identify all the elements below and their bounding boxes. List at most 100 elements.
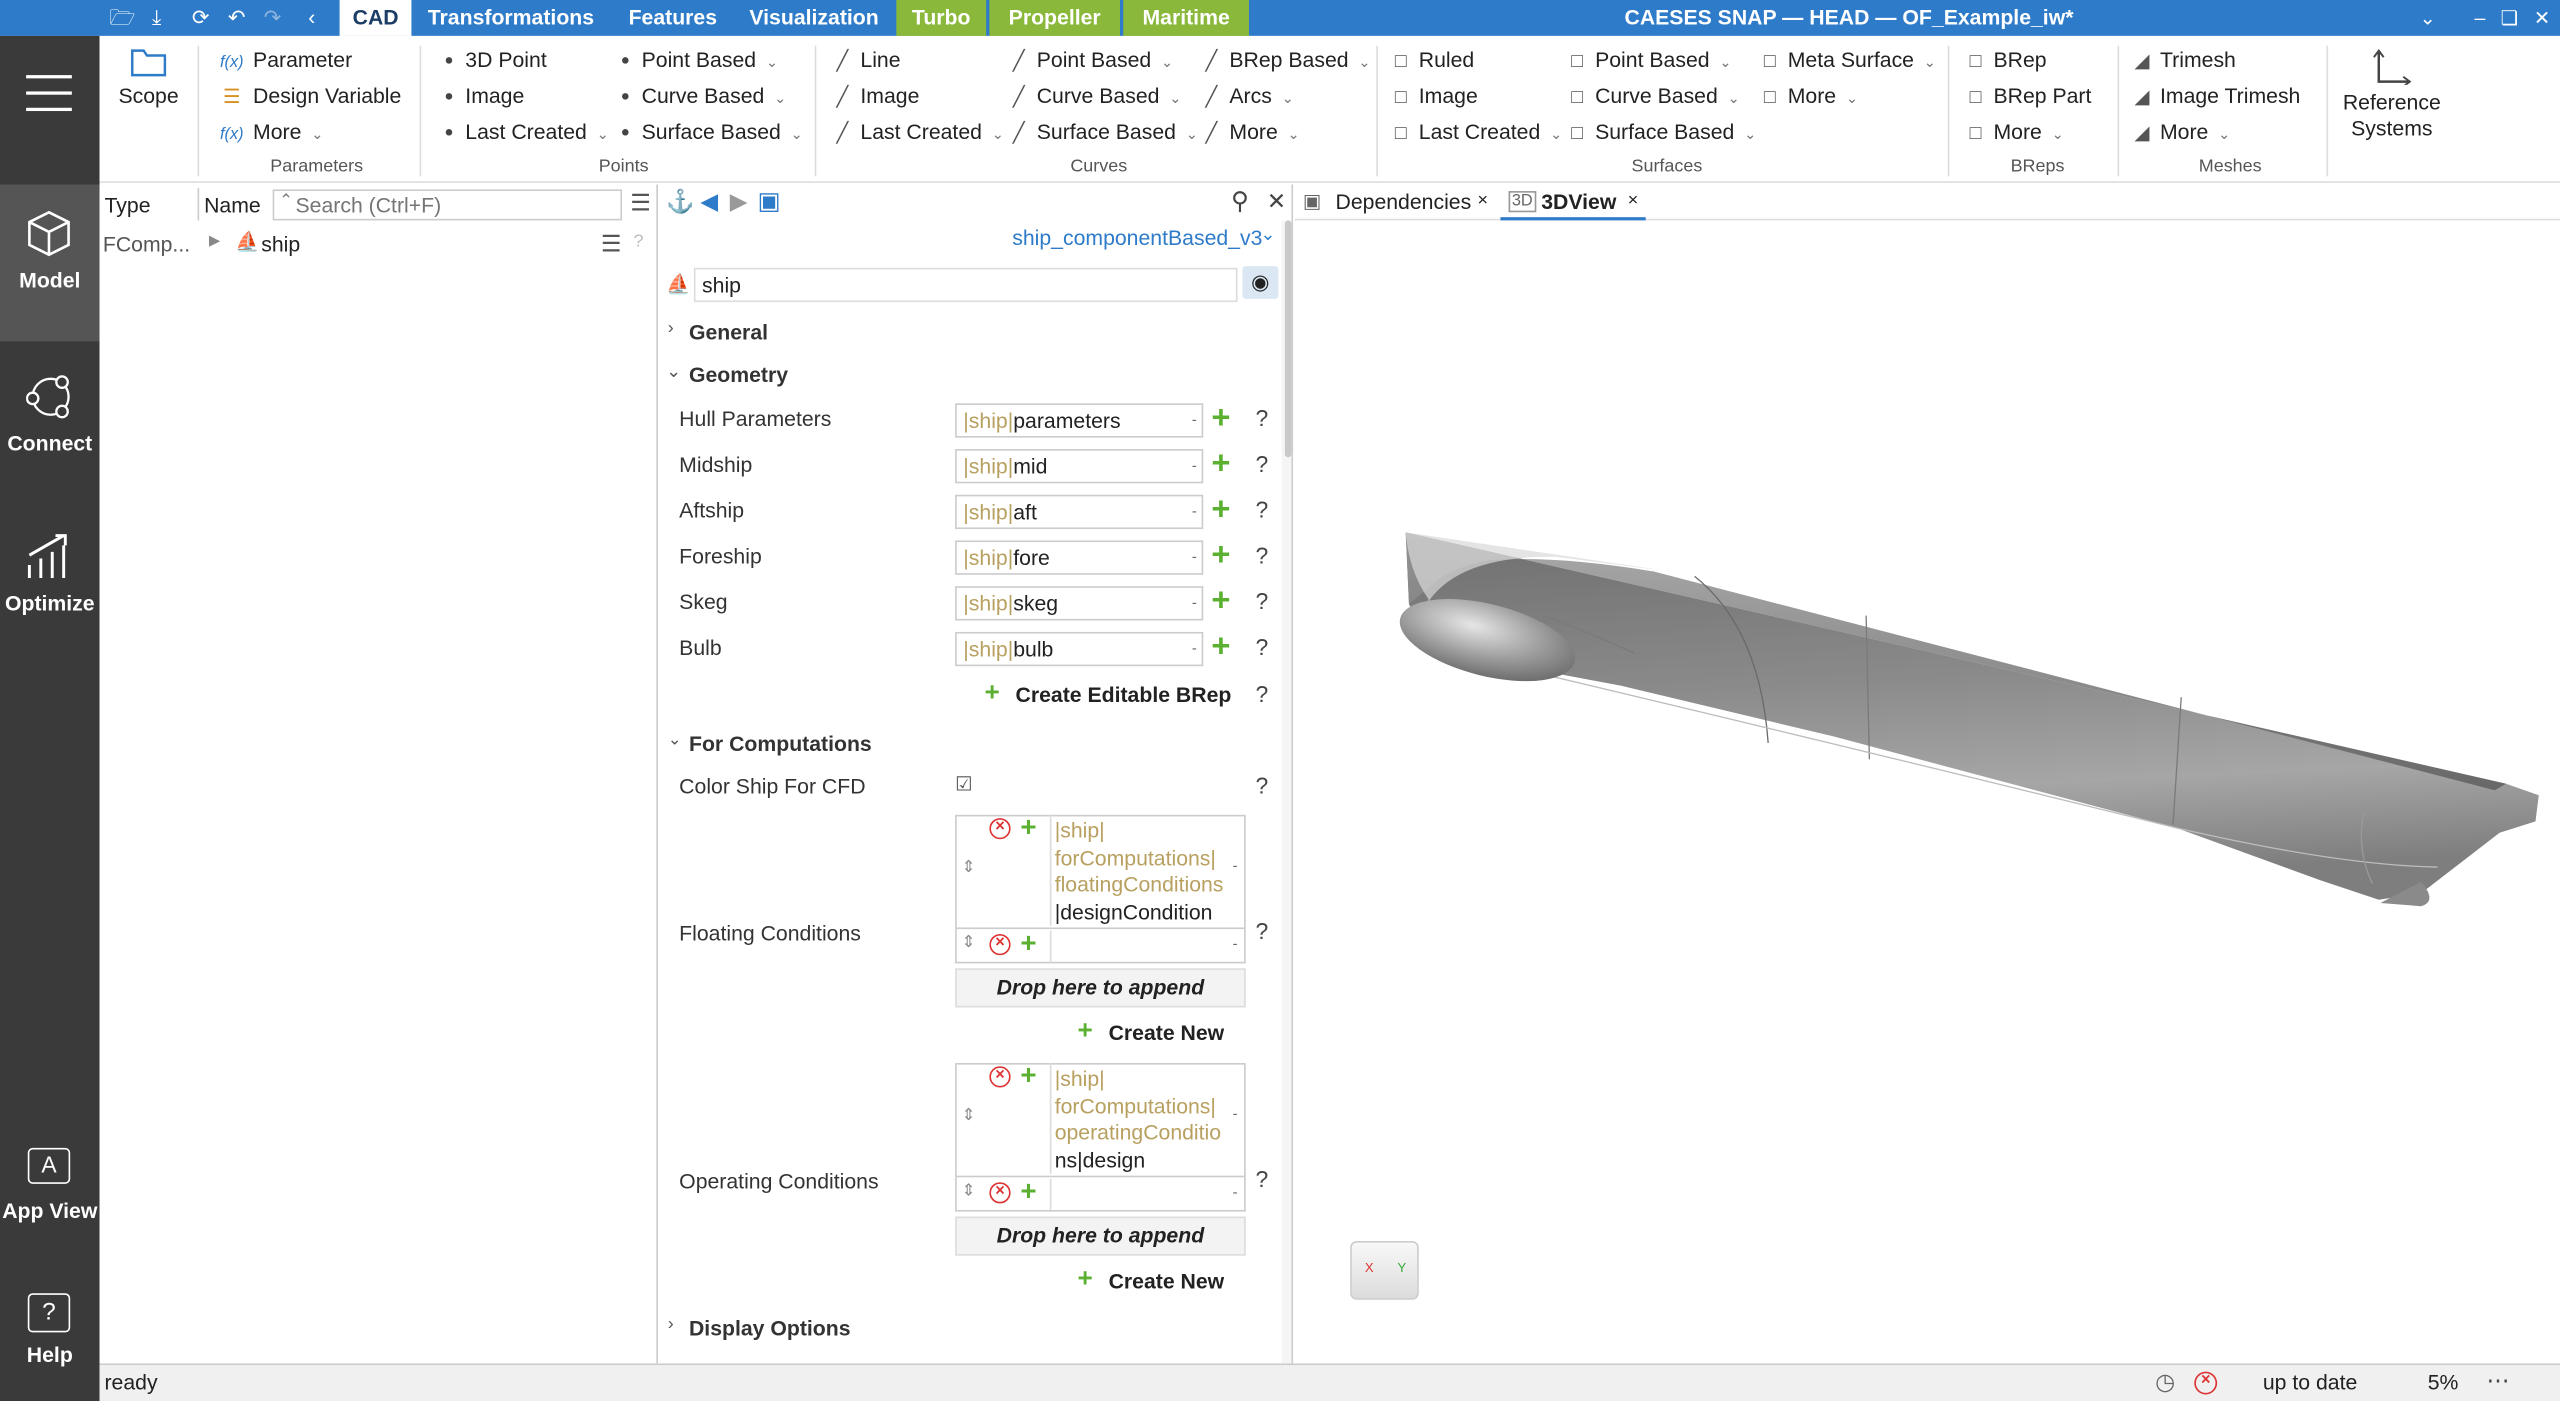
add-icon[interactable]: + [1020,812,1036,845]
trimesh-button[interactable]: ◢ Trimesh [2131,46,2235,75]
section-display-options[interactable]: Display Options [689,1316,851,1340]
help-question-icon[interactable]: ? [1256,918,1269,944]
section-general[interactable]: General [689,320,768,344]
surface-meta-surface-button[interactable]: □ Meta Surface ⌄ [1758,46,1936,75]
help-question-icon[interactable]: ? [1256,772,1269,798]
expand-arrow-icon[interactable]: ▶ [209,232,220,250]
brep-button[interactable]: □ BRep [1964,46,2047,75]
surface-point-based-button[interactable]: □ Point Based ⌄ [1566,46,1731,75]
floating-condition-entry[interactable]: |ship| forComputations| floatingConditio… [1049,814,1226,926]
add-icon[interactable]: + [1211,539,1230,572]
orientation-cube[interactable]: X Y [1350,1240,1419,1300]
fit-icon[interactable]: ▣ [758,186,781,216]
geometry-row-field[interactable]: |ship|aft - [955,494,1204,530]
surface-surface-based-button[interactable]: □ Surface Based ⌄ [1566,118,1756,147]
dropdown-icon[interactable]: - [1192,588,1197,619]
arrow-back-icon[interactable]: ◀ [700,188,718,216]
reorder-icon[interactable]: ⇕ [962,1182,976,1200]
floating-create-new-button[interactable]: Create New [1109,1021,1225,1045]
add-icon[interactable]: + [1211,585,1230,618]
collapse-geometry-icon[interactable]: ⌄ [666,361,681,382]
geometry-row-field[interactable]: |ship|bulb - [955,631,1204,667]
surface-image-button[interactable]: □ Image [1389,82,1478,111]
chevron-left-icon[interactable]: ‹ [299,5,325,31]
3d-viewport[interactable]: X Y [1294,220,2560,1364]
help-question-icon[interactable]: ? [1256,588,1269,614]
nav-model[interactable]: Model [0,184,100,342]
dropdown-icon[interactable]: - [1192,542,1197,573]
close-panel-icon[interactable]: ✕ [1267,188,1286,216]
row-settings-icon[interactable]: ☰ [601,230,622,258]
collapse-for-computations-icon[interactable]: ⌄ [668,732,682,750]
help-question-icon[interactable]: ? [1256,496,1269,522]
close-tab-icon[interactable]: × [1628,191,1639,211]
parameter-button[interactable]: f(x) Parameter [217,46,352,75]
type-selector[interactable]: ship_componentBased_v3 [1012,225,1262,249]
add-icon[interactable]: + [1211,493,1230,526]
help-question-icon[interactable]: ? [1256,634,1269,660]
geometry-row-field[interactable]: |ship|skeg - [955,586,1204,621]
curve-brep-based-button[interactable]: ╱ BRep Based ⌄ [1200,46,1371,75]
download-icon[interactable]: ⤓ [144,5,170,31]
dropdown-icon[interactable]: - [1233,1105,1238,1121]
point-curve-based-button[interactable]: Curve Based ⌄ [622,82,786,111]
help-question-icon[interactable]: ? [633,232,643,252]
floating-drop-zone[interactable]: Drop here to append [955,968,1246,1008]
brep-more-button[interactable]: □ More ⌄ [1964,118,2064,147]
nav-app-view[interactable]: A App View [0,1125,100,1282]
tab-dependencies[interactable]: Dependencies [1336,189,1472,213]
help-question-icon[interactable]: ? [1256,451,1269,477]
operating-condition-empty-field[interactable] [1049,1178,1226,1210]
tab-visualization[interactable]: Visualization [736,0,891,36]
design-variable-button[interactable]: ☰ Design Variable [217,82,401,111]
geometry-row-field[interactable]: |ship|mid - [955,449,1204,484]
column-header-type[interactable]: Type [104,193,150,217]
point-3d-button[interactable]: 3D Point [445,46,547,75]
point-image-button[interactable]: Image [445,82,524,111]
operating-condition-entry[interactable]: |ship| forComputations| operatingConditi… [1049,1062,1226,1175]
point-last-created-button[interactable]: Last Created ⌄ [445,118,609,147]
tab-cad[interactable]: CAD [339,0,412,36]
curve-line-button[interactable]: ╱ Line [831,46,901,75]
anchor-icon[interactable]: ⚓ [666,188,694,216]
stop-icon[interactable]: × [2194,1371,2218,1395]
dropdown-icon[interactable]: - [1192,451,1197,482]
help-question-icon[interactable]: ? [1256,681,1269,707]
tab-turbo[interactable]: Turbo [896,0,987,36]
curve-image-button[interactable]: ╱ Image [831,82,920,111]
tab-features[interactable]: Features [616,0,731,36]
eye-icon[interactable]: ◉ [1242,266,1279,299]
tab-3dview[interactable]: 3DView [1541,189,1616,213]
undo-icon[interactable]: ↶ [224,5,250,31]
remove-icon[interactable]: × [989,1182,1011,1204]
hamburger-menu-icon[interactable] [26,75,72,112]
dropdown-icon[interactable]: - [1192,634,1197,665]
tree-row-ship[interactable]: ship [261,232,300,256]
object-name-field[interactable]: ship [693,267,1238,303]
add-icon[interactable]: + [1211,447,1230,480]
operating-drop-zone[interactable]: Drop here to append [955,1216,1246,1256]
geometry-row-field[interactable]: |ship|fore - [955,540,1204,575]
curve-point-based-button[interactable]: ╱ Point Based ⌄ [1007,46,1173,75]
operating-create-new-button[interactable]: Create New [1109,1269,1225,1293]
curve-last-created-button[interactable]: ╱ Last Created ⌄ [831,118,1005,147]
remove-icon[interactable]: × [989,818,1011,840]
create-editable-brep-button[interactable]: Create Editable BRep [1016,683,1232,707]
help-question-icon[interactable]: ? [1256,405,1269,431]
floating-condition-empty-field[interactable] [1049,930,1226,962]
expand-general-icon[interactable]: › [668,318,674,338]
reorder-icon[interactable]: ⇕ [962,859,976,877]
add-icon[interactable]: + [1211,630,1230,663]
open-folder-icon[interactable]: 🗁 [109,5,135,31]
dropdown-icon[interactable]: - [1192,496,1197,527]
tab-transformations[interactable]: Transformations [415,0,607,36]
curve-more-button[interactable]: ╱ More ⌄ [1200,118,1300,147]
curve-arcs-button[interactable]: ╱ Arcs ⌄ [1200,82,1294,111]
expand-display-options-icon[interactable]: › [668,1314,674,1334]
nav-connect[interactable]: Connect [0,349,100,506]
add-icon[interactable]: + [1020,1060,1036,1093]
curve-curve-based-button[interactable]: ╱ Curve Based ⌄ [1007,82,1182,111]
reorder-icon[interactable]: ⇕ [962,934,976,952]
nav-optimize[interactable]: Optimize [0,509,100,666]
geometry-row-field[interactable]: |ship|parameters - [955,403,1204,438]
